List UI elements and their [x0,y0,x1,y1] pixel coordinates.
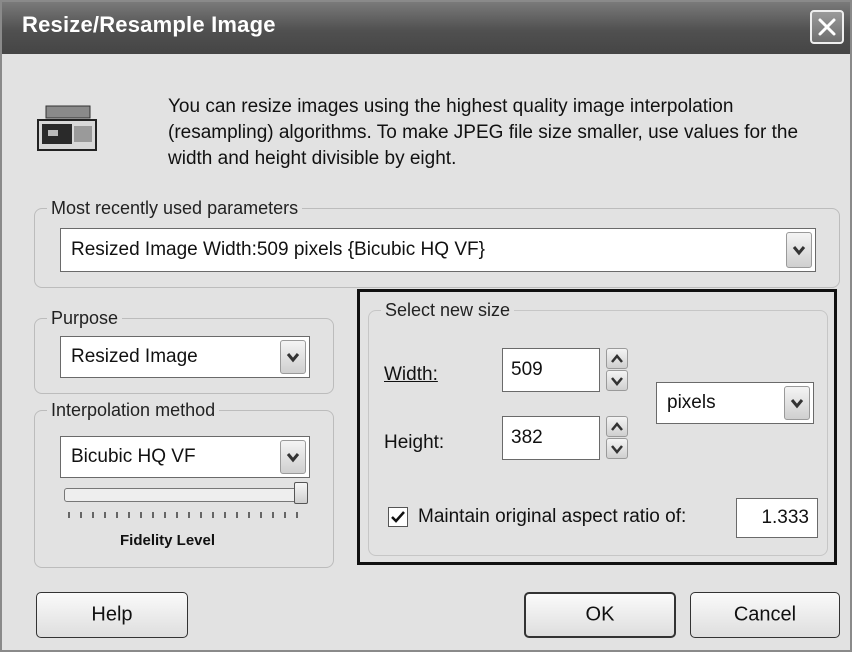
title-bar[interactable]: Resize/Resample Image [2,2,850,54]
fidelity-level-label: Fidelity Level [120,532,216,549]
width-increment-button[interactable] [606,348,628,369]
cancel-button-label: Cancel [733,603,797,626]
slider-tick [236,512,238,518]
interpolation-legend: Interpolation method [51,400,216,420]
help-button-label: Help [91,603,133,626]
aspect-ratio-checkbox[interactable] [388,507,408,527]
intro-text: You can resize images using the highest … [168,96,799,169]
cancel-button[interactable]: Cancel [690,592,840,638]
chevron-up-icon [611,354,623,363]
chevron-down-icon [790,399,804,409]
checkmark-icon [391,511,405,523]
recent-params-dropdown[interactable]: Resized Image Width:509 pixels {Bicubic … [60,228,816,272]
unit-arrow-button[interactable] [784,386,810,420]
width-value: 509 [511,359,543,380]
slider-tick [68,512,70,518]
slider-tick [116,512,118,518]
unit-dropdown[interactable]: pixels [656,382,814,424]
slider-tick [272,512,274,518]
slider-tick [152,512,154,518]
ok-button-label: OK [585,603,615,626]
slider-tick [188,512,190,518]
chevron-down-icon [611,445,623,454]
interpolation-value: Bicubic HQ VF [71,446,196,467]
aspect-ratio-value: 1.333 [761,507,809,528]
slider-tick [200,512,202,518]
aspect-ratio-input[interactable]: 1.333 [736,498,818,538]
height-value: 382 [511,427,543,448]
interpolation-arrow-button[interactable] [280,440,306,474]
slider-tick [104,512,106,518]
recent-params-legend: Most recently used parameters [51,198,299,218]
slider-tick [248,512,250,518]
width-label: Width: [384,364,438,385]
help-button[interactable]: Help [36,592,188,638]
chevron-down-icon [286,453,300,463]
slider-tick [80,512,82,518]
ok-button[interactable]: OK [524,592,676,638]
close-icon [818,18,836,36]
height-decrement-button[interactable] [606,438,628,459]
new-size-legend: Select new size [385,300,511,320]
height-input[interactable]: 382 [502,416,600,460]
height-increment-button[interactable] [606,416,628,437]
interpolation-dropdown[interactable]: Bicubic HQ VF [60,436,310,478]
chevron-down-icon [611,377,623,386]
aspect-ratio-label: Maintain original aspect ratio of: [418,506,687,527]
slider-tick [92,512,94,518]
purpose-legend: Purpose [51,308,119,328]
slider-tick [260,512,262,518]
fidelity-slider-ticks [68,512,304,522]
slider-tick [164,512,166,518]
height-spinner[interactable] [606,416,628,460]
slider-tick [212,512,214,518]
fidelity-slider-track[interactable] [64,488,308,502]
recent-params-value: Resized Image Width:509 pixels {Bicubic … [71,239,485,260]
chevron-up-icon [611,422,623,431]
width-input[interactable]: 509 [502,348,600,392]
slider-tick [284,512,286,518]
purpose-dropdown[interactable]: Resized Image [60,336,310,378]
slider-tick [128,512,130,518]
close-button[interactable] [810,10,844,44]
fidelity-slider-thumb[interactable] [294,482,308,504]
height-label: Height: [384,432,445,453]
unit-value: pixels [667,392,716,413]
resize-resample-dialog: Resize/Resample Image You can resize ima… [0,0,852,652]
slider-tick [176,512,178,518]
purpose-value: Resized Image [71,346,198,367]
recent-params-arrow-button[interactable] [786,232,812,268]
slider-tick [140,512,142,518]
chevron-down-icon [286,353,300,363]
chevron-down-icon [792,246,806,256]
slider-tick [296,512,298,518]
dialog-title: Resize/Resample Image [22,12,276,37]
purpose-arrow-button[interactable] [280,340,306,374]
width-decrement-button[interactable] [606,370,628,391]
width-spinner[interactable] [606,348,628,392]
resize-image-icon [36,102,100,163]
slider-tick [224,512,226,518]
